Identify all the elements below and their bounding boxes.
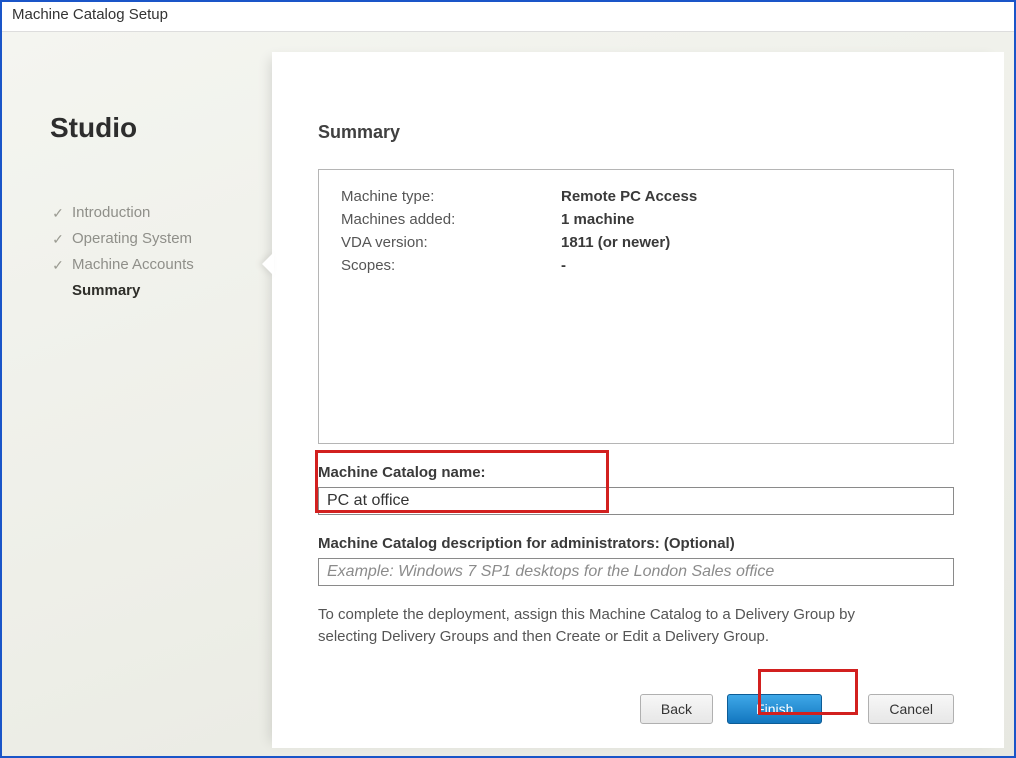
- summary-value: -: [561, 257, 566, 274]
- wizard-button-row: Back Finish Cancel: [640, 694, 954, 724]
- summary-label: VDA version:: [341, 234, 561, 251]
- summary-row: Scopes: -: [341, 257, 931, 274]
- wizard-main-panel: Summary Machine type: Remote PC Access M…: [272, 52, 1004, 748]
- nav-label: Summary: [72, 282, 140, 299]
- summary-row: Machine type: Remote PC Access: [341, 188, 931, 205]
- window-title: Machine Catalog Setup: [2, 2, 1014, 32]
- nav-step-machine-accounts[interactable]: ✓ Machine Accounts: [50, 256, 252, 273]
- summary-value: Remote PC Access: [561, 188, 697, 205]
- brand-title: Studio: [50, 112, 252, 144]
- nav-label: Operating System: [72, 230, 192, 247]
- catalog-description-label: Machine Catalog description for administ…: [318, 535, 954, 552]
- back-button[interactable]: Back: [640, 694, 713, 724]
- summary-label: Machine type:: [341, 188, 561, 205]
- catalog-description-input[interactable]: [318, 558, 954, 586]
- summary-value: 1 machine: [561, 211, 634, 228]
- catalog-name-label: Machine Catalog name:: [318, 464, 954, 481]
- help-text: To complete the deployment, assign this …: [318, 604, 918, 648]
- nav-step-summary[interactable]: ✓ Summary: [50, 282, 252, 299]
- nav-step-introduction[interactable]: ✓ Introduction: [50, 204, 252, 221]
- summary-label: Scopes:: [341, 257, 561, 274]
- check-icon: ✓: [50, 258, 66, 272]
- summary-row: VDA version: 1811 (or newer): [341, 234, 931, 251]
- nav-step-operating-system[interactable]: ✓ Operating System: [50, 230, 252, 247]
- nav-label: Machine Accounts: [72, 256, 194, 273]
- summary-label: Machines added:: [341, 211, 561, 228]
- nav-label: Introduction: [72, 204, 150, 221]
- wizard-content: Studio ✓ Introduction ✓ Operating System…: [2, 32, 1014, 756]
- summary-row: Machines added: 1 machine: [341, 211, 931, 228]
- page-heading: Summary: [318, 122, 954, 143]
- check-icon: ✓: [50, 232, 66, 246]
- summary-box: Machine type: Remote PC Access Machines …: [318, 169, 954, 444]
- check-icon: ✓: [50, 206, 66, 220]
- step-pointer-icon: [262, 252, 274, 276]
- catalog-name-input[interactable]: [318, 487, 954, 515]
- wizard-sidebar: Studio ✓ Introduction ✓ Operating System…: [2, 32, 272, 756]
- summary-value: 1811 (or newer): [561, 234, 670, 251]
- cancel-button[interactable]: Cancel: [868, 694, 954, 724]
- finish-button[interactable]: Finish: [727, 694, 822, 724]
